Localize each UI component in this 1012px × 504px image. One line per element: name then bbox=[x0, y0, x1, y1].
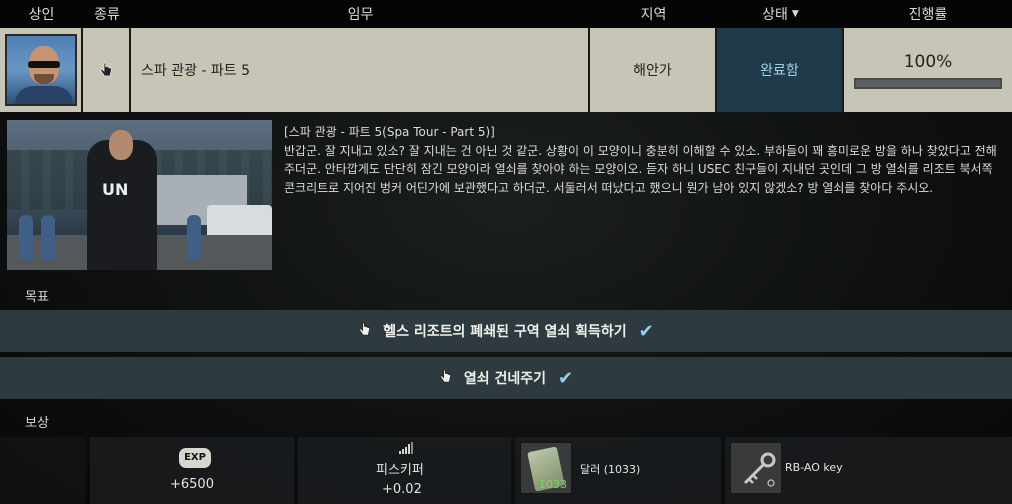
type-cell bbox=[83, 28, 131, 112]
cursor-hand-icon bbox=[439, 369, 452, 388]
header-status-label: 상태 bbox=[762, 7, 788, 23]
header-type[interactable]: 종류 bbox=[83, 0, 131, 28]
rewards-label: 보상 bbox=[25, 416, 49, 431]
money-name: 달러 (1033) bbox=[580, 463, 641, 476]
header-merchant[interactable]: 상인 bbox=[0, 0, 83, 28]
money-icon: 1033 bbox=[520, 442, 572, 494]
reputation-trader: 피스키퍼 bbox=[376, 463, 424, 478]
quest-description: [스파 관광 - 파트 5(Spa Tour - Part 5)] 반갑군. 잘… bbox=[284, 123, 1000, 197]
exp-icon: EXP bbox=[179, 448, 211, 468]
reward-money[interactable]: 1033 달러 (1033) bbox=[515, 437, 721, 504]
chevron-down-icon: ▼ bbox=[791, 9, 799, 19]
header-location[interactable]: 지역 bbox=[590, 0, 717, 28]
objective-text: 헬스 리조트의 폐쇄된 구역 열쇠 획득하기 bbox=[383, 324, 627, 340]
quest-briefing-text: 반갑군. 잘 지내고 있소? 잘 지내는 건 아닌 것 같군. 상황이 이 모양… bbox=[284, 143, 997, 195]
objective-text: 열쇠 건네주기 bbox=[463, 371, 547, 387]
quest-row[interactable]: 스파 관광 - 파트 5 해안가 완료함 100% bbox=[0, 28, 1012, 112]
reward-exp: EXP +6500 bbox=[90, 437, 294, 504]
merchant-cell bbox=[0, 28, 83, 112]
rewards-row: EXP +6500 피스키퍼 +0.02 1033 달러 (1033) RB-A… bbox=[0, 437, 1012, 504]
exp-value: +6500 bbox=[170, 477, 214, 492]
key-icon bbox=[730, 442, 782, 494]
table-header: 상인 종류 임무 지역 상태 ▼ 진행률 bbox=[0, 0, 1012, 28]
header-progress[interactable]: 진행률 bbox=[844, 0, 1012, 28]
check-icon: ✔ bbox=[558, 367, 574, 389]
progress-bar bbox=[854, 77, 1002, 89]
reward-spacer bbox=[0, 437, 86, 504]
cursor-hand-icon bbox=[99, 62, 112, 77]
progress-text: 100% bbox=[903, 51, 953, 72]
check-icon: ✔ bbox=[638, 320, 654, 342]
key-name: RB-AO key bbox=[785, 461, 843, 474]
reputation-value: +0.02 bbox=[382, 482, 422, 497]
objectives-label: 목표 bbox=[25, 290, 49, 305]
rep-signal-icon bbox=[399, 442, 413, 454]
progress-cell: 100% bbox=[844, 28, 1012, 112]
money-quantity: 1033 bbox=[539, 478, 567, 491]
header-task[interactable]: 임무 bbox=[131, 0, 590, 28]
quest-preview-image: UN bbox=[7, 120, 272, 270]
reward-key[interactable]: RB-AO key bbox=[725, 437, 1012, 504]
cursor-hand-icon bbox=[358, 322, 371, 341]
quest-location: 해안가 bbox=[590, 28, 717, 112]
merchant-avatar bbox=[4, 34, 77, 106]
objective-item[interactable]: 열쇠 건네주기 ✔ bbox=[0, 357, 1012, 399]
quest-name[interactable]: 스파 관광 - 파트 5 bbox=[131, 28, 590, 112]
quest-briefing-title: [스파 관광 - 파트 5(Spa Tour - Part 5)] bbox=[284, 125, 495, 139]
status-badge: 완료함 bbox=[717, 28, 844, 112]
progress-fill bbox=[856, 79, 1000, 87]
header-status[interactable]: 상태 ▼ bbox=[717, 0, 844, 28]
reward-reputation: 피스키퍼 +0.02 bbox=[298, 437, 511, 504]
objective-item[interactable]: 헬스 리조트의 폐쇄된 구역 열쇠 획득하기 ✔ bbox=[0, 310, 1012, 352]
